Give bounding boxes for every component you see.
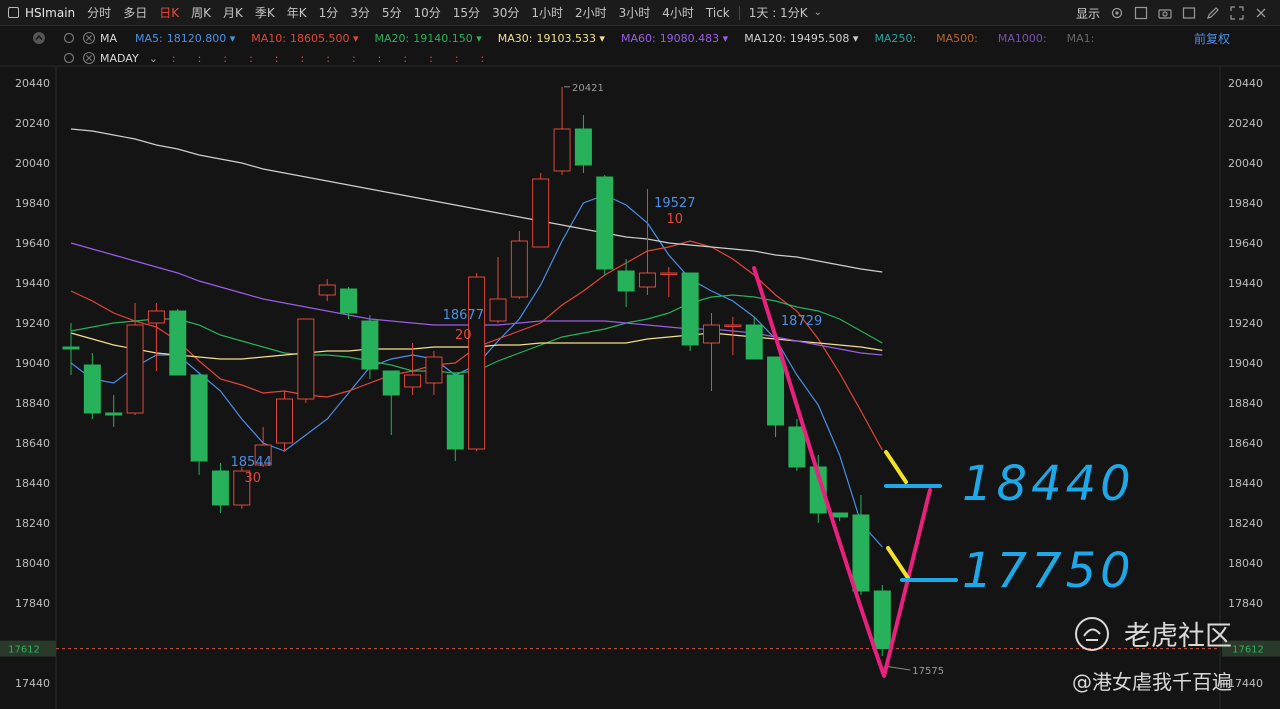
y-tick-label-right: 19840 bbox=[1228, 197, 1263, 210]
price-annotation: 20 bbox=[455, 328, 472, 343]
candle-down bbox=[596, 176, 614, 270]
y-tick-label-right: 18640 bbox=[1228, 437, 1263, 450]
price-annotation: 19527 bbox=[654, 196, 695, 211]
y-tick-label-right: 18440 bbox=[1228, 477, 1263, 490]
candle-up bbox=[638, 272, 656, 288]
candle-down bbox=[788, 426, 806, 468]
candle-up bbox=[660, 272, 678, 275]
y-tick-label-left: 18040 bbox=[15, 557, 50, 570]
candle-down bbox=[382, 370, 400, 396]
candle-down bbox=[873, 590, 891, 650]
candle-up bbox=[297, 318, 315, 400]
candle-up bbox=[510, 240, 528, 298]
y-tick-label-left: 19640 bbox=[15, 237, 50, 250]
y-tick-label-left: 20440 bbox=[15, 77, 50, 90]
y-tick-label-right: 20240 bbox=[1228, 117, 1263, 130]
candle-down bbox=[361, 320, 379, 370]
y-tick-label-left: 17440 bbox=[15, 677, 50, 690]
candle-down bbox=[831, 512, 849, 518]
tiger-logo-icon bbox=[1075, 616, 1109, 651]
brand-watermark: 老虎社区 bbox=[1074, 614, 1232, 653]
y-tick-label-left: 20040 bbox=[15, 157, 50, 170]
candle-down bbox=[83, 364, 101, 414]
handwritten-yellow-tick bbox=[884, 450, 908, 484]
price-annotation: 18729 bbox=[781, 314, 822, 329]
candle-up bbox=[724, 324, 742, 327]
handwritten-v-stroke bbox=[752, 266, 932, 678]
candle-down bbox=[617, 270, 635, 292]
y-tick-label-right: 17840 bbox=[1228, 597, 1263, 610]
y-tick-label-right: 18240 bbox=[1228, 517, 1263, 530]
candle-up bbox=[703, 324, 720, 344]
candle-up bbox=[553, 128, 571, 172]
candle-down bbox=[105, 412, 123, 416]
handwritten-price-label: 18440 bbox=[962, 456, 1135, 512]
y-tick-label-right: 19040 bbox=[1228, 357, 1263, 370]
y-tick-label-left: 18640 bbox=[15, 437, 50, 450]
candle-down bbox=[446, 374, 464, 450]
y-tick-label-left: 18440 bbox=[15, 477, 50, 490]
candle-down bbox=[681, 272, 699, 346]
candle-down bbox=[62, 346, 80, 350]
candle-up bbox=[318, 284, 336, 296]
current-price-label-right: 17612 bbox=[1232, 645, 1264, 656]
price-annotation: 10 bbox=[667, 212, 684, 227]
y-tick-label-right: 20440 bbox=[1228, 77, 1263, 90]
y-tick-label-right: 20040 bbox=[1228, 157, 1263, 170]
user-watermark: @港女虐我千百遍 bbox=[1072, 670, 1232, 694]
ma-line-ma120 bbox=[70, 128, 883, 273]
candle-down bbox=[852, 514, 870, 592]
y-tick-label-right: 19640 bbox=[1228, 237, 1263, 250]
candle-up bbox=[126, 324, 144, 414]
price-annotation: 18544 bbox=[230, 455, 271, 470]
price-annotation: 30 bbox=[244, 471, 261, 486]
candle-up bbox=[147, 310, 165, 324]
candle-down bbox=[767, 356, 785, 426]
price-annotation: 20421 bbox=[572, 83, 604, 94]
handwritten-yellow-tick bbox=[886, 546, 910, 580]
candle-down bbox=[190, 374, 208, 462]
y-tick-label-left: 19440 bbox=[15, 277, 50, 290]
y-tick-label-right: 17440 bbox=[1228, 677, 1263, 690]
candlestick-chart[interactable]: 20440 20440 20240 20240 20040 20040 19840 19840… bbox=[0, 0, 1280, 709]
y-tick-label-right: 19240 bbox=[1228, 317, 1263, 330]
y-tick-label-right: 19440 bbox=[1228, 277, 1263, 290]
candle-down bbox=[169, 310, 187, 376]
brand-name: 老虎社区 bbox=[1124, 621, 1232, 652]
candle-down bbox=[745, 324, 763, 360]
y-tick-label-left: 19040 bbox=[15, 357, 50, 370]
price-annotation: 17575 bbox=[912, 666, 944, 677]
candle-up bbox=[489, 298, 507, 322]
candle-down bbox=[340, 288, 358, 314]
y-tick-label-left: 18240 bbox=[15, 517, 50, 530]
price-annotation: 18677 bbox=[443, 308, 484, 323]
current-price-label-left: 17612 bbox=[8, 645, 40, 656]
candle-up bbox=[468, 276, 486, 450]
candle-up bbox=[276, 398, 293, 444]
candle-down bbox=[574, 128, 592, 166]
y-tick-label-right: 18040 bbox=[1228, 557, 1263, 570]
candle-up bbox=[404, 374, 422, 388]
candle-up bbox=[532, 178, 550, 248]
candle-down bbox=[211, 470, 229, 506]
y-tick-label-left: 18840 bbox=[15, 397, 50, 410]
y-tick-label-right: 18840 bbox=[1228, 397, 1263, 410]
candle-up bbox=[425, 356, 443, 384]
y-tick-label-left: 17840 bbox=[15, 597, 50, 610]
y-tick-label-left: 19240 bbox=[15, 317, 50, 330]
handwritten-price-label: 17750 bbox=[962, 543, 1135, 599]
y-tick-label-left: 20240 bbox=[15, 117, 50, 130]
y-tick-label-left: 19840 bbox=[15, 197, 50, 210]
